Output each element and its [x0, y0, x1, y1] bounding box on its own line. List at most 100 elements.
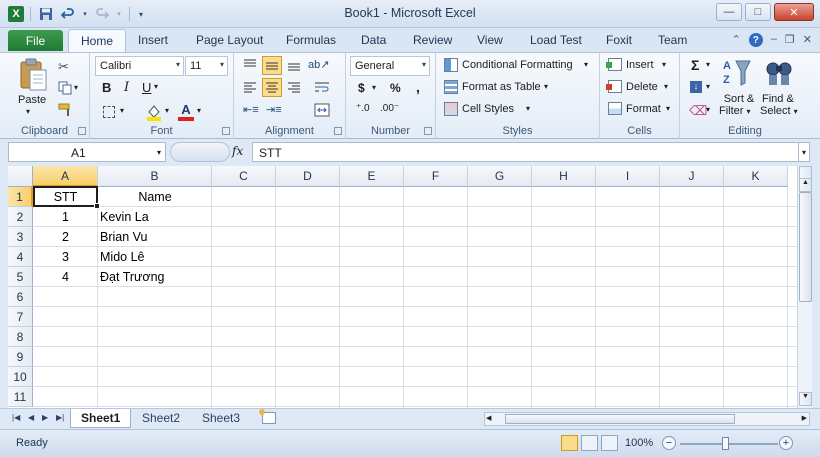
row-header-1[interactable]: 1	[8, 187, 33, 207]
fill-icon[interactable]: ↓	[690, 81, 702, 93]
format-cells-icon[interactable]	[608, 102, 622, 115]
cell-b1[interactable]: Name	[98, 187, 212, 207]
column-header-d[interactable]: D	[276, 166, 340, 187]
first-sheet-icon[interactable]: |◀	[12, 413, 20, 422]
zoom-slider[interactable]	[680, 443, 778, 445]
worksheet-grid[interactable]: A B C D E F G H I J K 1 2 3 4 5 6 7 8 9 10 11 STT Name 1 Kevin La…	[8, 166, 797, 408]
workbook-minimize-icon[interactable]: –	[771, 33, 777, 47]
align-right-icon[interactable]	[287, 81, 301, 98]
tab-team[interactable]: Team	[658, 33, 687, 47]
row-header-3[interactable]: 3	[8, 227, 33, 247]
paste-dropdown-icon[interactable]: ▾	[26, 107, 30, 116]
insert-cells-icon[interactable]	[606, 58, 622, 71]
align-bottom-icon[interactable]	[287, 58, 301, 75]
format-as-table-icon[interactable]	[444, 80, 458, 94]
wrap-text-icon[interactable]	[314, 81, 330, 98]
autosum-icon[interactable]: Σ	[691, 57, 699, 73]
minimize-button[interactable]: —	[716, 3, 742, 21]
conditional-formatting-button[interactable]: Conditional Formatting	[462, 59, 573, 71]
sort-filter-icon[interactable]: AZ	[722, 57, 752, 92]
fill-color-dropdown-icon[interactable]: ▾	[165, 106, 169, 115]
tab-data[interactable]: Data	[361, 33, 386, 47]
row-header-7[interactable]: 7	[8, 307, 33, 327]
tab-insert[interactable]: Insert	[138, 33, 168, 47]
tab-foxit[interactable]: Foxit	[606, 33, 632, 47]
tab-review[interactable]: Review	[413, 33, 452, 47]
minimize-ribbon-icon[interactable]: ⌃	[732, 33, 741, 47]
zoom-slider-thumb[interactable]	[722, 437, 729, 450]
cell-a3[interactable]: 2	[33, 227, 98, 247]
copy-icon[interactable]	[58, 81, 72, 98]
cell-a2[interactable]: 1	[33, 207, 98, 227]
cell-styles-icon[interactable]	[444, 102, 458, 116]
scroll-down-icon[interactable]: ▼	[799, 392, 812, 406]
insert-cells-button[interactable]: Insert	[626, 59, 654, 71]
row-header-2[interactable]: 2	[8, 207, 33, 227]
zoom-in-button[interactable]: +	[779, 436, 793, 450]
delete-cells-button[interactable]: Delete	[626, 81, 658, 93]
column-header-c[interactable]: C	[212, 166, 276, 187]
column-header-g[interactable]: G	[468, 166, 532, 187]
scroll-right-icon[interactable]: ▶	[802, 414, 807, 422]
conditional-formatting-dropdown-icon[interactable]: ▾	[584, 60, 588, 69]
prev-sheet-icon[interactable]: ◀	[28, 413, 34, 422]
percent-button[interactable]: %	[390, 81, 401, 95]
tab-file[interactable]: File	[8, 30, 63, 51]
scroll-up-icon[interactable]: ▲	[799, 178, 812, 192]
expand-formula-bar-icon[interactable]: ▾	[798, 142, 810, 162]
format-as-table-button[interactable]: Format as Table	[462, 81, 541, 93]
decrease-decimal-icon[interactable]: .00⁻	[380, 103, 399, 114]
tab-load-test[interactable]: Load Test	[530, 33, 582, 47]
format-cells-button[interactable]: Format	[626, 103, 661, 115]
vertical-scroll-thumb[interactable]	[799, 192, 812, 302]
column-header-j[interactable]: J	[660, 166, 724, 187]
name-box[interactable]: A1 ▾	[8, 142, 166, 162]
clear-icon[interactable]: ⌫	[689, 103, 707, 119]
fill-handle[interactable]	[94, 203, 100, 209]
row-header-8[interactable]: 8	[8, 327, 33, 347]
delete-cells-icon[interactable]	[606, 80, 622, 93]
font-color-dropdown-icon[interactable]: ▾	[197, 106, 201, 115]
clear-dropdown-icon[interactable]: ▾	[706, 105, 710, 114]
italic-button[interactable]: I	[124, 80, 129, 95]
sort-filter-button-line1[interactable]: Sort &	[721, 93, 757, 105]
border-dropdown-icon[interactable]: ▾	[120, 106, 124, 115]
clipboard-launcher-icon[interactable]	[78, 127, 86, 135]
font-launcher-icon[interactable]	[222, 127, 230, 135]
number-format-combo[interactable]: General ▾	[350, 56, 430, 76]
name-box-dropdown-icon[interactable]: ▾	[157, 148, 161, 157]
row-header-5[interactable]: 5	[8, 267, 33, 287]
find-select-button-line2[interactable]: Select ▾	[760, 105, 798, 117]
font-color-icon[interactable]: A	[178, 102, 194, 121]
column-header-a[interactable]: A	[33, 166, 98, 187]
autosum-dropdown-icon[interactable]: ▾	[706, 60, 710, 69]
merge-center-icon[interactable]	[314, 103, 330, 120]
next-sheet-icon[interactable]: ▶	[42, 413, 48, 422]
fill-color-icon[interactable]	[145, 103, 163, 124]
column-header-k[interactable]: K	[724, 166, 788, 187]
column-header-h[interactable]: H	[532, 166, 596, 187]
tab-page-layout[interactable]: Page Layout	[196, 33, 263, 47]
border-icon[interactable]	[103, 106, 115, 118]
workbook-restore-icon[interactable]: ❐	[785, 33, 795, 47]
row-header-9[interactable]: 9	[8, 347, 33, 367]
currency-dropdown-icon[interactable]: ▾	[372, 83, 376, 92]
orientation-icon[interactable]: ab↗	[308, 58, 329, 71]
align-left-icon[interactable]	[243, 81, 257, 98]
sheet-tab-sheet1[interactable]: Sheet1	[70, 409, 132, 428]
format-painter-icon[interactable]	[58, 103, 74, 120]
close-button[interactable]: ✕	[774, 3, 814, 21]
number-launcher-icon[interactable]	[424, 127, 432, 135]
delete-cells-dropdown-icon[interactable]: ▾	[664, 82, 668, 91]
paste-icon[interactable]	[18, 58, 48, 92]
help-icon[interactable]: ?	[748, 33, 763, 47]
workbook-close-icon[interactable]: ✕	[803, 33, 812, 47]
sheet-tab-sheet2[interactable]: Sheet2	[132, 409, 190, 428]
row-header-4[interactable]: 4	[8, 247, 33, 267]
align-top-icon[interactable]	[243, 58, 257, 75]
page-break-view-button[interactable]	[601, 435, 618, 451]
row-header-10[interactable]: 10	[8, 367, 33, 387]
row-header-11[interactable]: 11	[8, 387, 33, 407]
scroll-left-icon[interactable]: ◀	[486, 414, 491, 422]
cell-styles-button[interactable]: Cell Styles	[462, 103, 514, 115]
